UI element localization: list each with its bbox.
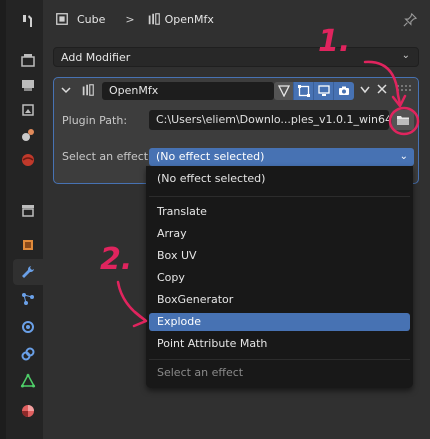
- tab-render[interactable]: [15, 47, 41, 73]
- effect-select-value: (No effect selected): [156, 150, 265, 163]
- annotation-step-1: 1.: [318, 24, 351, 59]
- tab-object-data[interactable]: [15, 368, 41, 394]
- modifier-toggles: [274, 82, 354, 100]
- object-square-icon: [56, 13, 68, 25]
- modifier-wrench-icon: [22, 266, 34, 278]
- plugin-path-field[interactable]: C:\Users\eliem\Downlo...ples_v1.0.1_win6…: [149, 110, 389, 130]
- tool-icon: [23, 15, 32, 27]
- chevron-down-icon[interactable]: [360, 86, 370, 94]
- dropdown-item-explode[interactable]: Explode: [149, 313, 410, 331]
- on-cage-toggle[interactable]: [274, 82, 294, 100]
- tab-scene[interactable]: [15, 122, 41, 148]
- modifier-bars-icon: [148, 13, 160, 25]
- render-icon: [21, 54, 35, 67]
- tab-particles[interactable]: [15, 286, 41, 312]
- modifier-bars-icon: [82, 84, 94, 96]
- dropdown-item-label: Copy: [157, 271, 185, 284]
- dropdown-item-point-attribute-math[interactable]: Point Attribute Math: [149, 335, 410, 353]
- dropdown-item-label: Array: [157, 227, 187, 240]
- annotation-arrowhead-2: [132, 310, 148, 328]
- dropdown-item-label: Box UV: [157, 249, 197, 262]
- dropdown-item-no-effect[interactable]: (No effect selected): [149, 170, 410, 188]
- tab-physics[interactable]: [15, 314, 41, 340]
- edit-mode-icon: [297, 85, 310, 97]
- add-modifier-dropdown[interactable]: Add Modifier ⌄: [53, 47, 419, 67]
- tab-output[interactable]: [15, 72, 41, 98]
- output-icon: [22, 80, 34, 91]
- collapse-chevron-icon[interactable]: [61, 85, 71, 95]
- edit-mode-toggle[interactable]: [294, 82, 314, 100]
- chevron-down-icon: ⌄: [399, 151, 408, 162]
- dropdown-item-copy[interactable]: Copy: [149, 269, 410, 287]
- modifier-name-field[interactable]: OpenMfx: [102, 82, 274, 100]
- browse-folder-button[interactable]: [392, 110, 414, 130]
- tab-object[interactable]: [15, 232, 41, 258]
- properties-tab-strip: [0, 0, 43, 439]
- breadcrumb: Cube > OpenMfx: [55, 12, 214, 26]
- dropdown-item-label: Explode: [157, 315, 201, 328]
- dropdown-footer-hint: Select an effect: [157, 366, 244, 379]
- scene-icon: [22, 129, 34, 141]
- camera-icon: [339, 86, 349, 95]
- tab-view-layer[interactable]: [15, 97, 41, 123]
- breadcrumb-modifier: OpenMfx: [164, 12, 214, 26]
- constraints-icon: [21, 347, 35, 361]
- material-icon: [22, 405, 34, 417]
- add-modifier-label: Add Modifier: [61, 50, 131, 64]
- tab-constraints[interactable]: [15, 341, 41, 367]
- plugin-path-label: Plugin Path:: [62, 114, 128, 127]
- dropdown-item-translate[interactable]: Translate: [149, 203, 410, 221]
- pin-button[interactable]: [403, 13, 417, 27]
- annotation-arrow-2: [116, 280, 147, 322]
- close-icon[interactable]: [376, 83, 388, 95]
- tab-collection[interactable]: [15, 197, 41, 223]
- effect-label: Select an effect:: [62, 150, 152, 163]
- render-toggle[interactable]: [334, 82, 354, 100]
- pin-icon: [403, 13, 417, 27]
- tab-modifiers[interactable]: [13, 259, 43, 285]
- dropdown-item-boxgenerator[interactable]: BoxGenerator: [149, 291, 410, 309]
- annotation-step-2: 2.: [100, 242, 133, 277]
- folder-icon: [397, 116, 409, 125]
- view-layer-icon: [22, 104, 34, 116]
- drag-handle-icon[interactable]: [396, 84, 412, 94]
- effect-dropdown-menu: (No effect selected) Translate Array Box…: [146, 166, 413, 388]
- dropdown-item-label: Point Attribute Math: [157, 337, 268, 350]
- dropdown-separator: [149, 196, 410, 197]
- dropdown-item-label: Translate: [157, 205, 207, 218]
- dropdown-separator: [149, 359, 410, 360]
- properties-header: Cube > OpenMfx: [43, 0, 430, 40]
- tab-material[interactable]: [15, 398, 41, 424]
- tab-tool[interactable]: [15, 8, 41, 34]
- viewport-toggle[interactable]: [314, 82, 334, 100]
- object-data-icon: [20, 373, 36, 388]
- dropdown-item-label: (No effect selected): [157, 172, 266, 185]
- modifier-panel-header: OpenMfx: [54, 78, 418, 102]
- collection-icon: [22, 205, 34, 217]
- tab-world[interactable]: [15, 147, 41, 173]
- particles-icon: [22, 293, 34, 305]
- monitor-icon: [317, 85, 330, 96]
- chevron-down-icon: ⌄: [401, 50, 410, 61]
- object-icon: [23, 240, 33, 250]
- breadcrumb-separator: >: [125, 12, 135, 26]
- dropdown-item-array[interactable]: Array: [149, 225, 410, 243]
- physics-icon: [22, 321, 34, 333]
- world-icon: [22, 154, 34, 166]
- vertex-triangle-icon: [277, 85, 290, 97]
- dropdown-item-box-uv[interactable]: Box UV: [149, 247, 410, 265]
- breadcrumb-object: Cube: [77, 12, 106, 26]
- dropdown-item-label: BoxGenerator: [157, 293, 234, 306]
- effect-select[interactable]: (No effect selected) ⌄: [149, 148, 414, 166]
